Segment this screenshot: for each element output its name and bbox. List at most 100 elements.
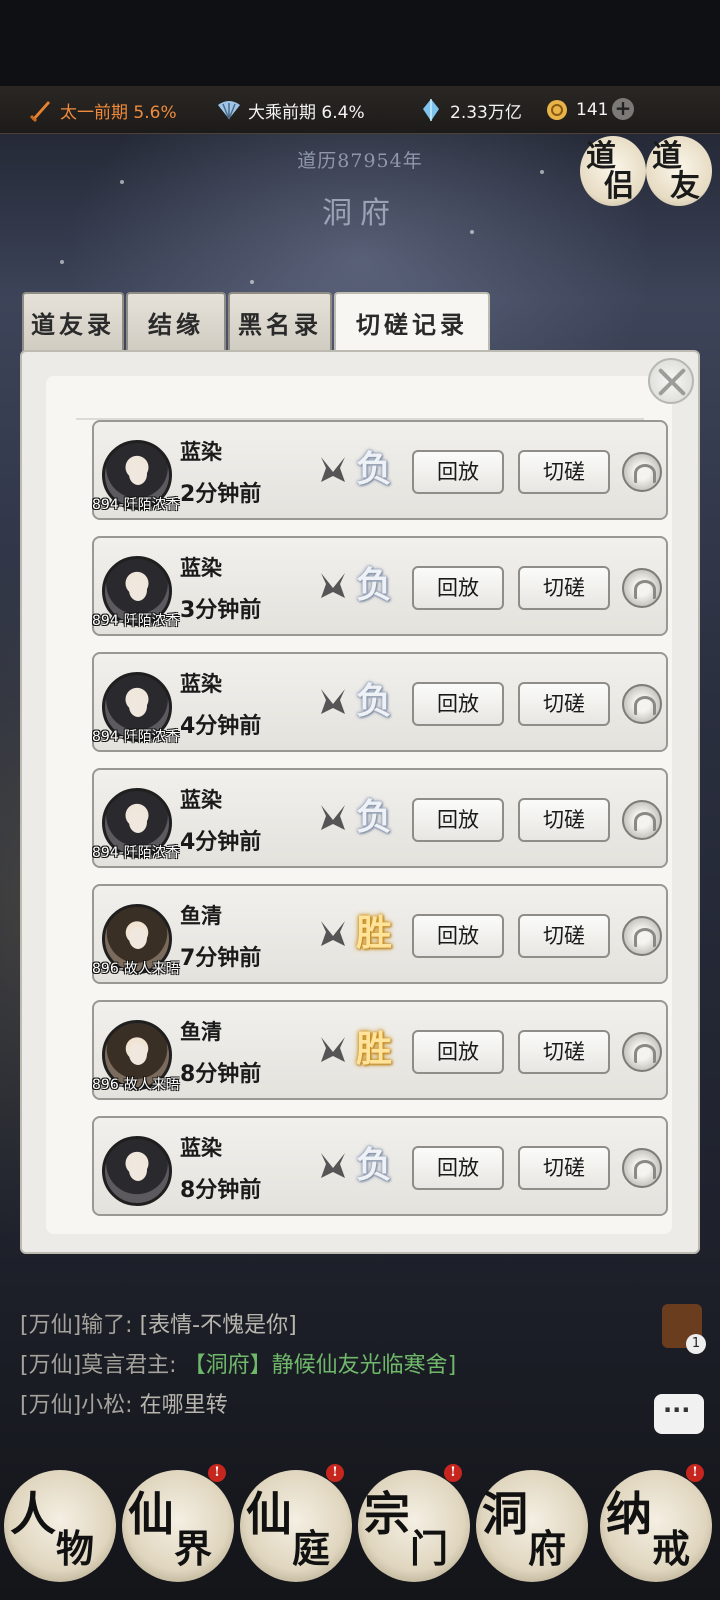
spirit-stone-text: 2.33万亿	[450, 102, 522, 123]
spar-button[interactable]: 切磋	[518, 798, 610, 842]
coin-icon	[547, 100, 567, 120]
server-tag: 896-故人来晤	[92, 1077, 180, 1093]
result-label: 负	[356, 680, 393, 722]
mail-button[interactable]: 1	[662, 1304, 706, 1354]
spar-record-row: 894-阡陌浓香 蓝染 4分钟前 负回放 切磋	[92, 768, 668, 868]
tab-friend-list[interactable]: 道友录	[22, 292, 124, 354]
tab-blacklist[interactable]: 黑名录	[228, 292, 332, 354]
nav-character[interactable]: 人物	[4, 1470, 116, 1582]
detail-icon[interactable]	[622, 1148, 662, 1188]
replay-button[interactable]: 回放	[412, 914, 504, 958]
replay-button[interactable]: 回放	[412, 1146, 504, 1190]
spar-record-row: 894-阡陌浓香 蓝染 2分钟前 负回放 切磋	[92, 420, 668, 520]
nav-immortal-realm[interactable]: 仙界!	[122, 1464, 234, 1582]
chat-message[interactable]: [万仙]输了: [表情-不愧是你]	[20, 1306, 456, 1346]
dao-friend-char2: 友	[670, 169, 700, 204]
player-name: 蓝染	[180, 788, 222, 812]
chat-feed[interactable]: [万仙]输了: [表情-不愧是你] [万仙]莫言君主: 【洞府】静候仙友光临寒舍]…	[20, 1306, 456, 1426]
dao-companion-button[interactable]: 道侣	[580, 136, 646, 206]
nav-cave[interactable]: 洞府	[476, 1470, 588, 1582]
spar-records-panel: 894-阡陌浓香 蓝染 2分钟前负回放 切磋 894-阡陌浓香 蓝染 3分钟前负回放 切磋 89…	[22, 352, 698, 1252]
detail-icon[interactable]	[622, 916, 662, 956]
dao-companion-char1: 道	[586, 139, 616, 174]
record-time: 4分钟前	[180, 714, 262, 739]
record-time: 2分钟前	[180, 482, 262, 507]
spar-record-row: 896-故人来晤 鱼清 8分钟前 胜回放 切磋	[92, 1000, 668, 1100]
alert-badge: !	[686, 1464, 704, 1482]
server-tag: 894-阡陌浓香	[92, 845, 180, 861]
player-name: 蓝染	[180, 1136, 222, 1160]
detail-icon[interactable]	[622, 800, 662, 840]
nav-storage-ring[interactable]: 纳戒!	[600, 1464, 712, 1582]
replay-button[interactable]: 回放	[412, 450, 504, 494]
realm-progress[interactable]: 太一前期 5.6%	[28, 86, 177, 134]
result-label: 胜	[356, 912, 393, 954]
tab-spar-records[interactable]: 切磋记录	[334, 292, 490, 356]
dao-friend-button[interactable]: 道友	[646, 136, 712, 206]
alert-badge: !	[208, 1464, 226, 1482]
snowflake	[250, 280, 254, 284]
add-coin-button[interactable]: +	[612, 98, 634, 120]
realm-text: 太一前期 5.6%	[60, 102, 177, 123]
spar-button[interactable]: 切磋	[518, 914, 610, 958]
chat-channel: [万仙]	[20, 1393, 82, 1418]
result-label: 负	[356, 796, 393, 838]
replay-button[interactable]: 回放	[412, 1030, 504, 1074]
secondary-realm-text: 大乘前期 6.4%	[248, 102, 365, 123]
nav-char-main: 仙	[128, 1487, 174, 1541]
chat-message[interactable]: [万仙]小松: 在哪里转	[20, 1386, 456, 1426]
panel-content[interactable]: 894-阡陌浓香 蓝染 2分钟前负回放 切磋 894-阡陌浓香 蓝染 3分钟前负回放 切磋 89…	[46, 376, 672, 1234]
coin-count[interactable]: 141	[544, 86, 608, 134]
spirit-stone-count[interactable]: 2.33万亿	[418, 86, 522, 134]
nav-sect[interactable]: 宗门!	[358, 1464, 470, 1582]
sword-icon	[29, 101, 50, 123]
player-name: 鱼清	[180, 1020, 222, 1044]
detail-icon[interactable]	[622, 684, 662, 724]
spar-button[interactable]: 切磋	[518, 1146, 610, 1190]
close-button[interactable]	[648, 358, 694, 404]
replay-button[interactable]: 回放	[412, 682, 504, 726]
avatar[interactable]	[102, 1136, 172, 1206]
status-bar	[0, 0, 720, 86]
nav-char-sub: 戒	[652, 1526, 691, 1571]
secondary-realm[interactable]: 大乘前期 6.4%	[216, 86, 365, 134]
coin-text: 141	[576, 100, 609, 120]
chat-text: [表情-不愧是你]	[139, 1313, 297, 1338]
spar-button[interactable]: 切磋	[518, 450, 610, 494]
detail-icon[interactable]	[622, 568, 662, 608]
spar-button[interactable]: 切磋	[518, 682, 610, 726]
nav-char-main: 纳	[606, 1487, 652, 1541]
server-tag: 896-故人来晤	[92, 961, 180, 977]
bottom-nav: 人物仙界! 仙庭! 宗门! 洞府纳戒!	[0, 1460, 720, 1600]
record-time: 4分钟前	[180, 830, 262, 855]
player-name: 蓝染	[180, 672, 222, 696]
chat-message[interactable]: [万仙]莫言君主: 【洞府】静候仙友光临寒舍]	[20, 1346, 456, 1386]
crossed-swords-icon	[321, 1037, 345, 1062]
nav-char-sub: 府	[528, 1526, 567, 1571]
player-name: 蓝染	[180, 556, 222, 580]
chat-channel: [万仙]	[20, 1313, 82, 1338]
spar-record-row: 蓝染 8分钟前 负回放 切磋	[92, 1116, 668, 1216]
spar-button[interactable]: 切磋	[518, 1030, 610, 1074]
snowflake	[120, 180, 124, 184]
nav-immortal-court[interactable]: 仙庭!	[240, 1464, 352, 1582]
nav-char-sub: 界	[174, 1526, 213, 1571]
nav-char-sub: 物	[56, 1526, 95, 1571]
replay-button[interactable]: 回放	[412, 798, 504, 842]
detail-icon[interactable]	[622, 452, 662, 492]
replay-button[interactable]: 回放	[412, 566, 504, 610]
chat-text: 在哪里转	[139, 1393, 228, 1418]
chat-sender[interactable]: 输了:	[81, 1313, 132, 1338]
chat-open-button[interactable]	[654, 1394, 704, 1434]
detail-icon[interactable]	[622, 1032, 662, 1072]
chat-sender[interactable]: 小松:	[81, 1393, 132, 1418]
mail-count: 1	[686, 1334, 706, 1354]
result-label: 负	[356, 564, 393, 606]
record-time: 7分钟前	[180, 946, 262, 971]
spar-button[interactable]: 切磋	[518, 566, 610, 610]
tab-bonds[interactable]: 结缘	[126, 292, 226, 354]
crossed-swords-icon	[321, 573, 345, 598]
alert-badge: !	[444, 1464, 462, 1482]
chat-sender[interactable]: 莫言君主:	[81, 1353, 176, 1378]
nav-char-sub: 庭	[292, 1526, 331, 1571]
